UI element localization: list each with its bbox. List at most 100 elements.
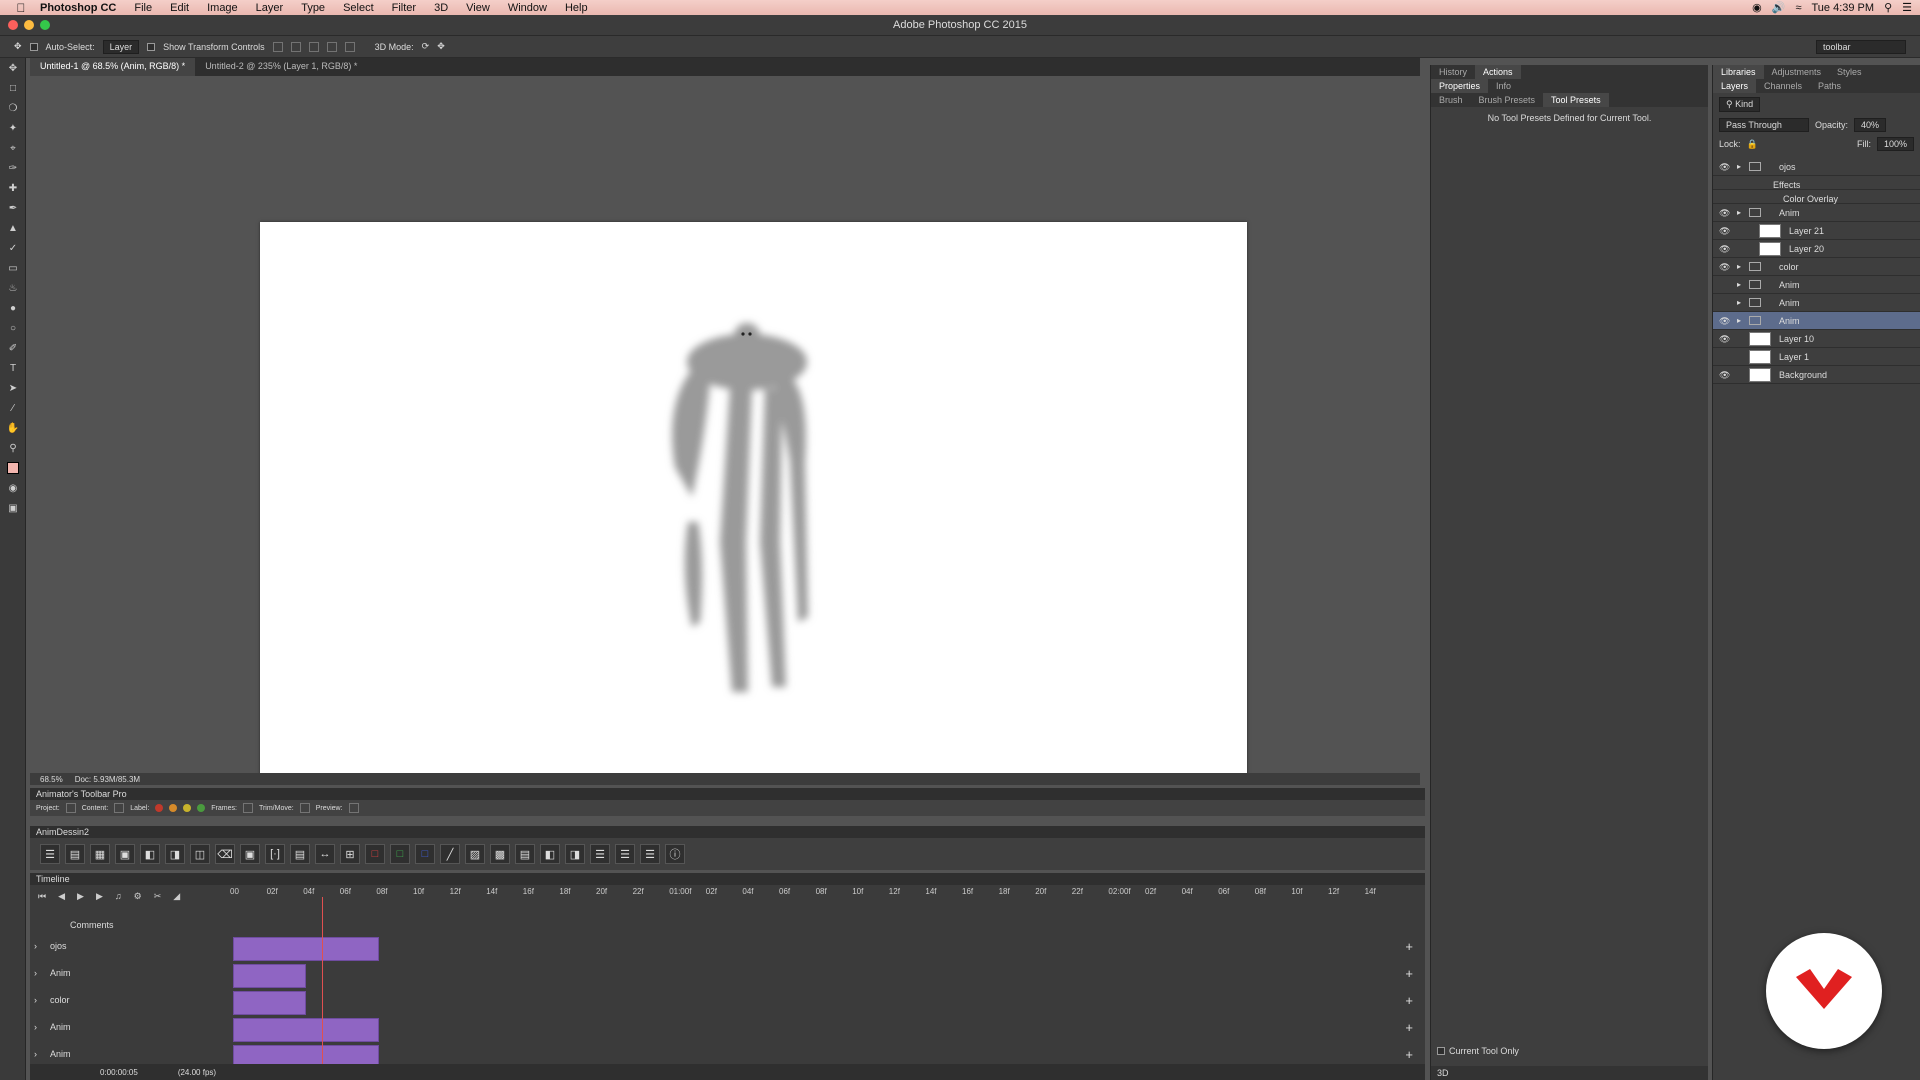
disclosure-icon[interactable]: ▸	[1737, 208, 1741, 217]
stamp-tool-icon[interactable]: ▲	[0, 218, 26, 238]
tab-adjustments[interactable]: Adjustments	[1764, 65, 1830, 79]
hand-tool-icon[interactable]: ✋	[0, 418, 26, 438]
layer-row[interactable]: 👁 Layer 20	[1713, 240, 1920, 258]
prev-frame-icon[interactable]: ◀	[58, 891, 65, 902]
list-icon[interactable]: ☰	[590, 844, 610, 864]
eyedropper-icon[interactable]: ✑	[0, 158, 26, 178]
3d-panel-tab[interactable]: 3D	[1437, 1068, 1449, 1078]
align-icon[interactable]	[290, 41, 301, 52]
pan-3d-icon[interactable]: ✥	[437, 41, 445, 52]
content-icon[interactable]	[114, 803, 125, 813]
show-transform-checkbox[interactable]	[147, 42, 156, 51]
lock-icon[interactable]: 🔒	[1747, 139, 1758, 150]
label-orange-dot[interactable]	[169, 804, 178, 812]
duplicate-icon[interactable]: ▤	[65, 844, 85, 864]
tab-properties[interactable]: Properties	[1431, 79, 1489, 93]
track-name[interactable]: Anim	[50, 968, 71, 978]
disclosure-icon[interactable]: ▸	[1737, 316, 1741, 325]
track-clip[interactable]	[233, 937, 379, 961]
track-name[interactable]: color	[50, 995, 70, 1005]
notifications-icon[interactable]: ☰	[1902, 1, 1912, 14]
frames-icon[interactable]	[242, 803, 253, 813]
align-icon[interactable]	[308, 41, 319, 52]
layer-row[interactable]: Layer 1	[1713, 348, 1920, 366]
tab-info[interactable]: Info	[1488, 79, 1519, 93]
auto-select-dropdown[interactable]: Layer	[102, 39, 140, 54]
layer-row[interactable]: Color Overlay	[1713, 190, 1920, 204]
menu-layer[interactable]: Layer	[247, 2, 293, 14]
first-frame-icon[interactable]: ⏮	[38, 891, 46, 902]
menu-help[interactable]: Help	[556, 2, 597, 14]
track-name[interactable]: Anim	[50, 1022, 71, 1032]
marquee-tool-icon[interactable]: □	[0, 78, 26, 98]
record-icon[interactable]: ◉	[1752, 1, 1762, 14]
tween-icon[interactable]: ▤	[290, 844, 310, 864]
wifi-icon[interactable]: ≈	[1795, 2, 1801, 14]
color-swatch-icon[interactable]	[0, 458, 26, 478]
preview-icon[interactable]	[348, 803, 359, 813]
auto-select-checkbox[interactable]	[29, 42, 38, 51]
menu-window[interactable]: Window	[499, 2, 556, 14]
path-select-icon[interactable]: ➤	[0, 378, 26, 398]
expand-icon[interactable]: ›	[34, 1022, 37, 1032]
menu-app[interactable]: Photoshop CC	[30, 2, 125, 14]
visibility-icon[interactable]: 👁	[1719, 226, 1730, 237]
track-name[interactable]: ojos	[50, 941, 67, 951]
transition-icon[interactable]: ◢	[173, 891, 180, 902]
tab-actions[interactable]: Actions	[1475, 65, 1521, 79]
timeline-track[interactable]: › ojos +	[30, 935, 1425, 961]
visibility-icon[interactable]: 👁	[1719, 370, 1730, 381]
right-panel-icon[interactable]: ◨	[565, 844, 585, 864]
add-media-icon[interactable]: +	[1405, 966, 1413, 981]
spotlight-icon[interactable]: ⚲	[1884, 1, 1892, 14]
screen-mode-icon[interactable]: ▣	[0, 498, 26, 518]
eraser-tool-icon[interactable]: ▭	[0, 258, 26, 278]
blur-tool-icon[interactable]: ●	[0, 298, 26, 318]
menu-view[interactable]: View	[457, 2, 499, 14]
trim-icon[interactable]	[299, 803, 310, 813]
canvas[interactable]	[260, 222, 1247, 778]
lasso-tool-icon[interactable]: ❍	[0, 98, 26, 118]
disclosure-icon[interactable]: ▸	[1737, 298, 1741, 307]
list-time-icon[interactable]: ☰	[640, 844, 660, 864]
export-icon[interactable]: ▩	[490, 844, 510, 864]
menu-type[interactable]: Type	[292, 2, 334, 14]
doc-size[interactable]: Doc: 5.93M/85.3M	[75, 775, 140, 784]
layer-row[interactable]: 👁 ▸ ojos	[1713, 158, 1920, 176]
timeline-track[interactable]: › Anim +	[30, 962, 1425, 988]
opacity-field[interactable]: 40%	[1854, 118, 1887, 132]
layer-row[interactable]: ▸ Anim	[1713, 276, 1920, 294]
current-tool-only-checkbox[interactable]	[1437, 1047, 1445, 1055]
grid-icon[interactable]: ▦	[90, 844, 110, 864]
track-clip[interactable]	[233, 964, 306, 988]
healing-brush-icon[interactable]: ✚	[0, 178, 26, 198]
expand-icon[interactable]: ›	[34, 995, 37, 1005]
audio-icon[interactable]: ♫	[115, 891, 122, 901]
disclosure-icon[interactable]: ▸	[1737, 280, 1741, 289]
clock[interactable]: Tue 4:39 PM	[1811, 2, 1874, 14]
move-tool-icon[interactable]: ✥	[14, 41, 22, 52]
track-clip[interactable]	[233, 1018, 379, 1042]
onion-icon[interactable]: ▣	[240, 844, 260, 864]
visibility-icon[interactable]: 👁	[1719, 244, 1730, 255]
add-media-icon[interactable]: +	[1405, 939, 1413, 954]
split-icon[interactable]: ✂	[154, 891, 162, 902]
layer-row[interactable]: ▸ Anim	[1713, 294, 1920, 312]
kind-filter-dropdown[interactable]: ⚲ Kind	[1719, 97, 1761, 112]
history-brush-icon[interactable]: ✓	[0, 238, 26, 258]
type-tool-icon[interactable]: T	[0, 358, 26, 378]
tab-brush[interactable]: Brush	[1431, 93, 1471, 107]
tab-history[interactable]: History	[1431, 65, 1475, 79]
label-yellow-dot[interactable]	[183, 804, 192, 812]
timeline-track[interactable]: › color +	[30, 989, 1425, 1015]
add-media-icon[interactable]: +	[1405, 1020, 1413, 1035]
label-red-dot[interactable]	[155, 804, 164, 812]
red-square-icon[interactable]: □	[365, 844, 385, 864]
layer-row[interactable]: 👁 Background	[1713, 366, 1920, 384]
menu-image[interactable]: Image	[198, 2, 247, 14]
workspace-dropdown[interactable]: toolbar	[1816, 39, 1906, 54]
layer-row[interactable]: 👁 ▸ color	[1713, 258, 1920, 276]
visibility-icon[interactable]: 👁	[1719, 316, 1730, 327]
bracket-icon[interactable]: [·]	[265, 844, 285, 864]
copy-frame-icon[interactable]: ◫	[190, 844, 210, 864]
